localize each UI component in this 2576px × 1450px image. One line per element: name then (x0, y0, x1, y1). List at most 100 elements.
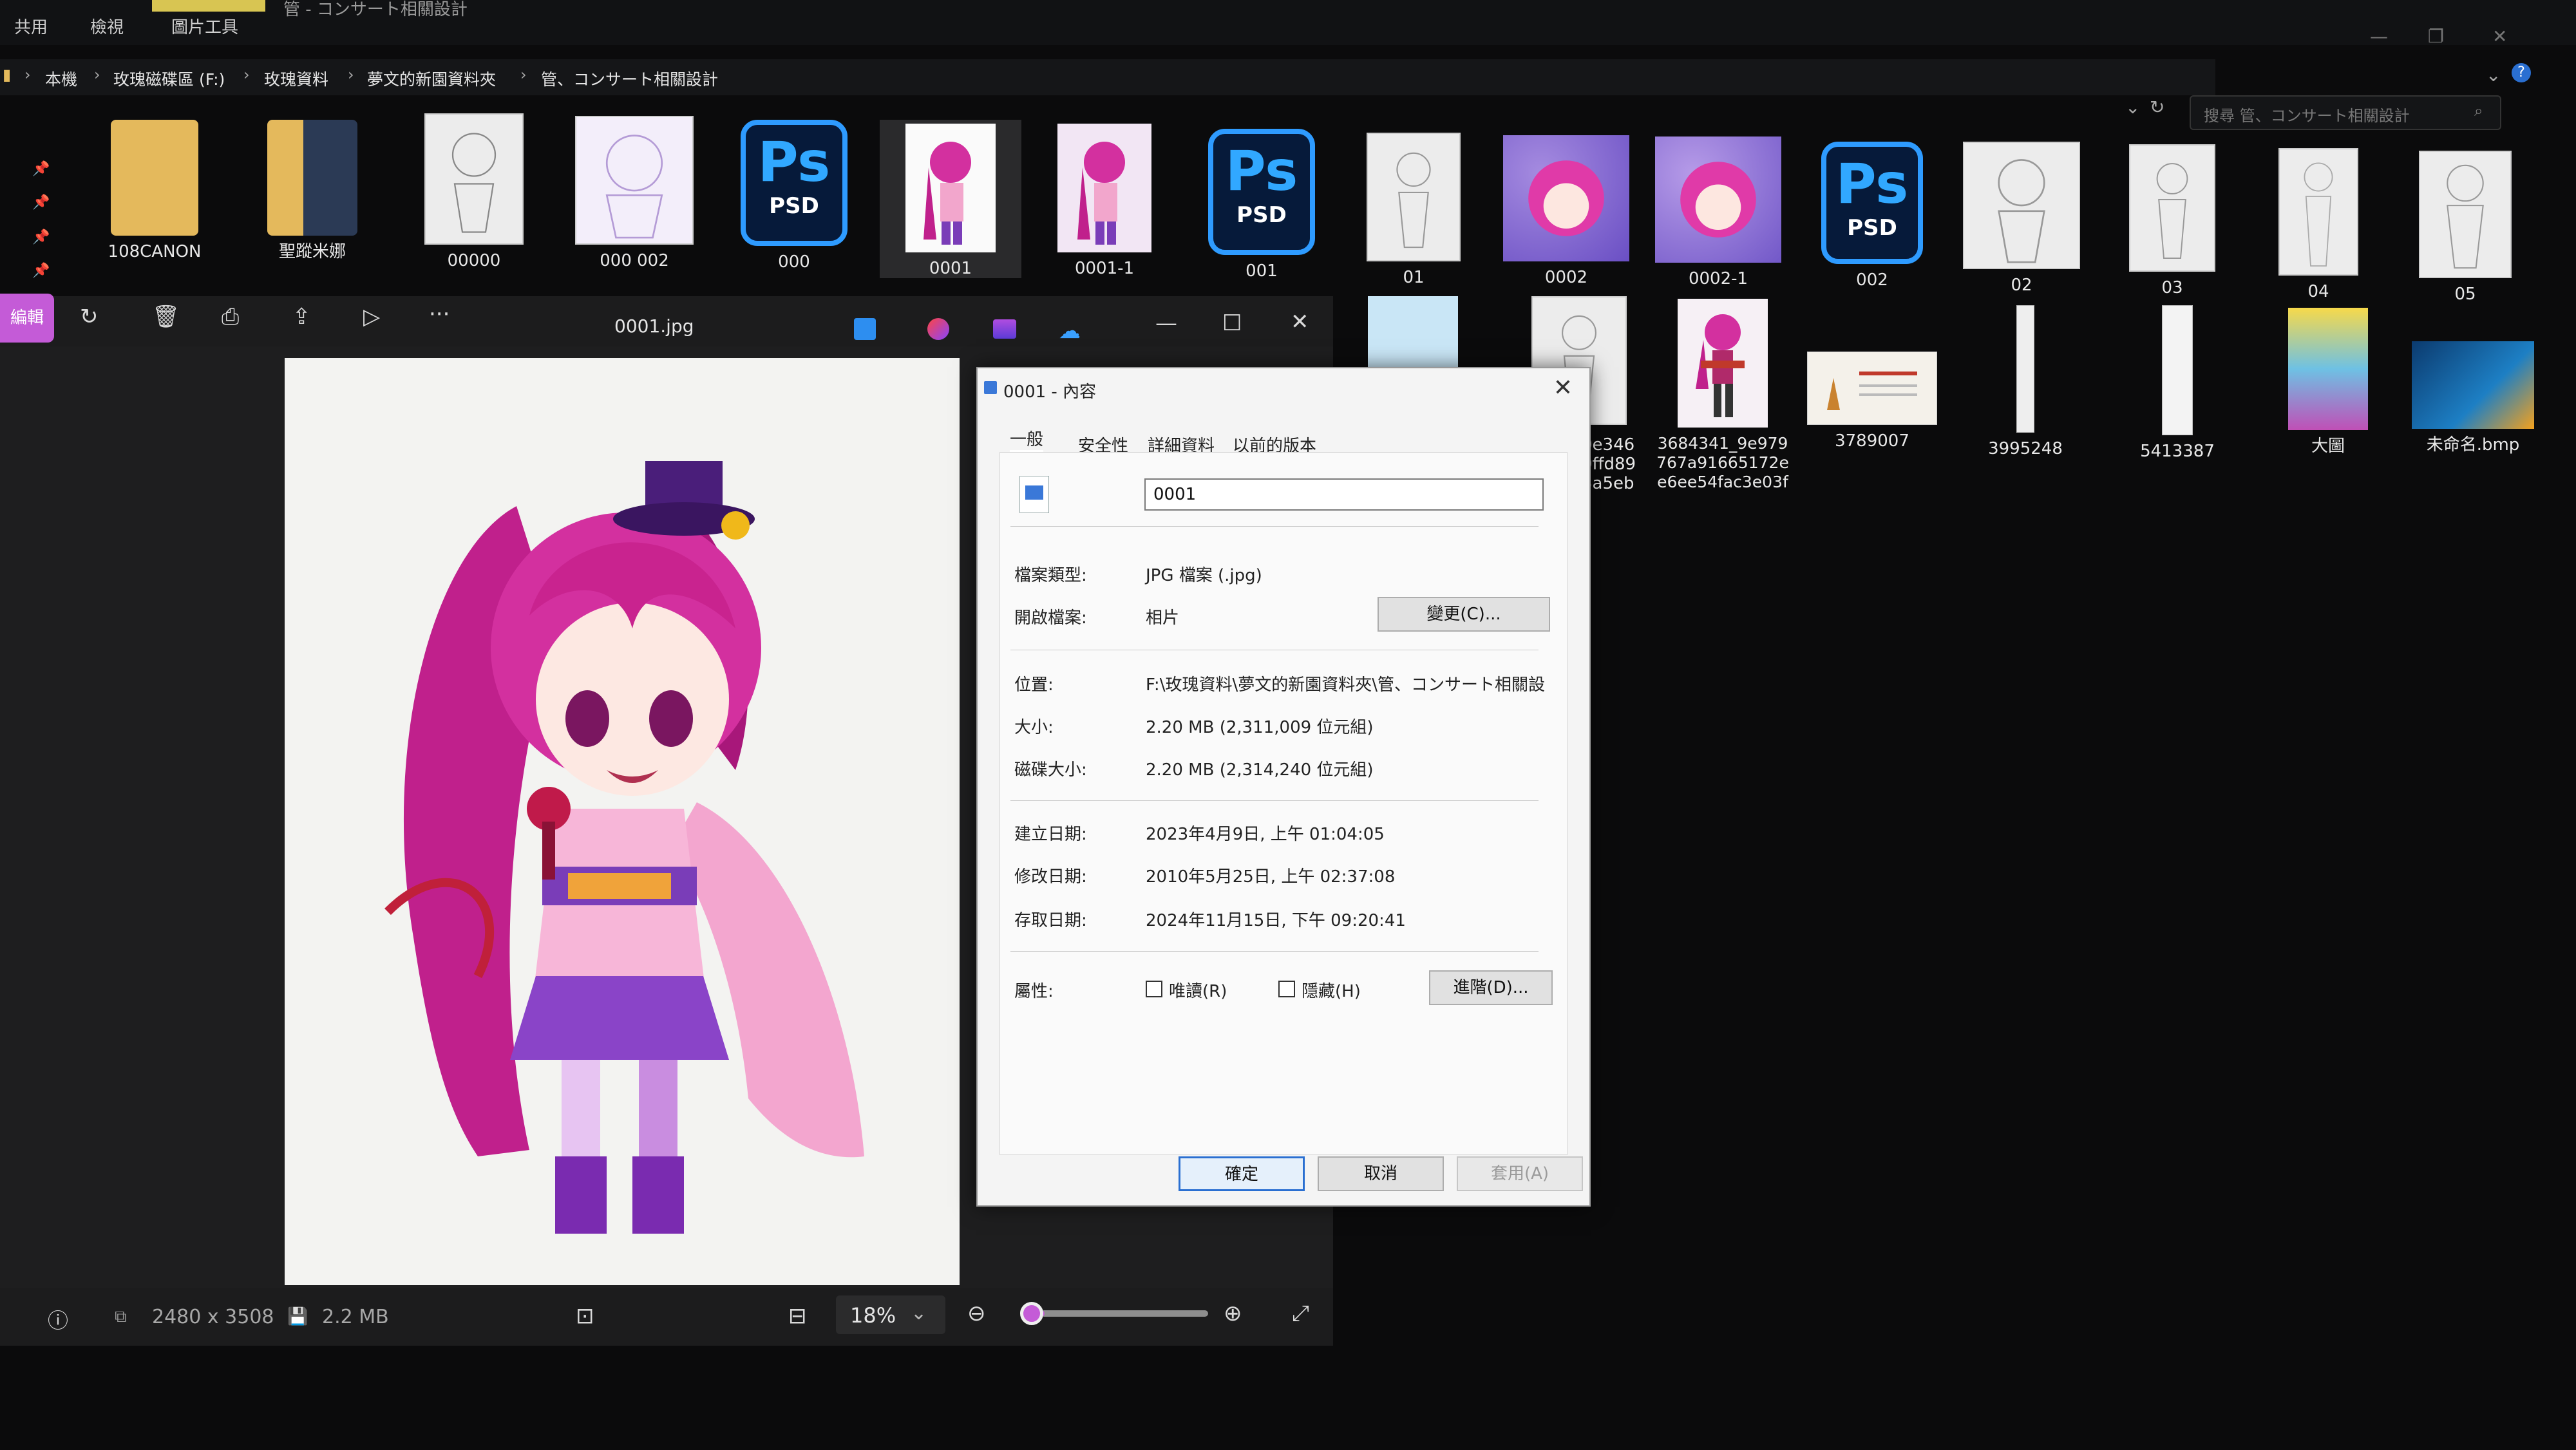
hidden-checkbox[interactable] (1278, 981, 1295, 997)
anime-girl-illustration (384, 461, 864, 1234)
fit-to-window-icon[interactable]: ⊡ (576, 1303, 594, 1329)
zoom-out-icon[interactable]: ⊖ (967, 1301, 986, 1326)
image-filesize: 2.2 MB (322, 1306, 389, 1328)
location-label: 位置: (1014, 675, 1054, 695)
close-icon[interactable]: ✕ (1553, 375, 1573, 401)
properties-dialog: 0001 - 內容 ✕ 一般 安全性 詳細資料 以前的版本 0001 檔案類型:… (976, 367, 1591, 1207)
search-placeholder: 搜尋 管、コンサート相關設計 (2204, 107, 2410, 125)
app-icon-clipchamp[interactable] (993, 319, 1016, 339)
apply-button[interactable]: 套用(A) (1457, 1156, 1583, 1191)
file-thumb-0001-selected[interactable]: 0001 (880, 120, 1021, 278)
file-label: 未命名.bmp (2426, 435, 2520, 455)
app-icon-edit[interactable] (854, 318, 876, 340)
breadcrumb-item-current[interactable]: 管、コンサート相關設計 (541, 67, 718, 90)
viewer-filename: 0001.jpg (614, 315, 694, 337)
file-thumb-folder-psd[interactable]: 聖蹤米娜 (258, 120, 367, 261)
file-thumb-002-psd[interactable]: Ps PSD 002 (1820, 142, 1924, 290)
breadcrumb-item-pc[interactable]: 本機 (45, 67, 77, 90)
file-thumb-0002[interactable]: 0002 (1502, 135, 1631, 287)
advanced-button[interactable]: 進階(D)... (1429, 970, 1553, 1005)
file-thumb-108canon[interactable]: 108CANON (97, 120, 213, 261)
delete-icon[interactable]: 🗑 (152, 304, 180, 330)
minimize-icon[interactable]: — (1155, 310, 1177, 336)
refresh-icon[interactable]: ↻ (2150, 97, 2164, 118)
sketch-image (1963, 142, 2080, 269)
ribbon-tab-view[interactable]: 檢視 (90, 14, 124, 38)
ok-button[interactable]: 確定 (1179, 1156, 1305, 1191)
anime-face-thumbnail (1655, 137, 1781, 263)
help-icon[interactable]: ? (2512, 63, 2531, 82)
modified-value: 2010年5月25日, 上午 02:37:08 (1146, 867, 1396, 887)
edit-button[interactable]: 編輯 (0, 294, 54, 343)
ribbon-tab-share[interactable]: 共用 (14, 14, 48, 38)
maximize-icon[interactable]: ❐ (2428, 26, 2444, 47)
file-thumb-001-psd[interactable]: Ps PSD 001 (1208, 129, 1315, 281)
file-label: 0002-1 (1688, 269, 1748, 288)
image-file-icon (1019, 476, 1049, 513)
file-thumb-03[interactable]: 03 (2125, 144, 2219, 297)
bmp-thumbnail (2412, 341, 2534, 429)
pin-icon: 📌 (32, 229, 50, 245)
readonly-checkbox[interactable] (1146, 981, 1162, 997)
rotate-icon[interactable]: ↻ (80, 304, 99, 330)
expand-ribbon-icon[interactable]: ⌄ (2486, 64, 2501, 86)
info-icon[interactable]: ⓘ (48, 1304, 68, 1334)
file-label: 00000 (447, 251, 501, 270)
folder-icon (267, 120, 357, 236)
context-tab-highlight (152, 0, 265, 12)
file-thumb-bmp[interactable]: 未命名.bmp (2409, 341, 2537, 455)
ribbon-tab-picture-tools[interactable]: 圖片工具 (171, 14, 238, 38)
tab-general[interactable]: 一般 (1010, 426, 1044, 452)
strip-image (2016, 305, 2034, 433)
file-label: 0001-1 (1074, 259, 1135, 278)
share-icon[interactable]: ⇪ (292, 304, 311, 330)
file-thumb-05[interactable]: 05 (2414, 151, 2517, 304)
file-label: 108CANON (108, 242, 202, 261)
actual-size-icon[interactable]: ⊟ (788, 1303, 807, 1329)
file-thumb-04[interactable]: 04 (2273, 148, 2363, 301)
file-thumb-partial[interactable] (1368, 296, 1458, 373)
search-box[interactable]: 搜尋 管、コンサート相關設計 ⌕ (2190, 95, 2501, 130)
more-icon[interactable]: ··· (429, 301, 450, 327)
file-label: 000 (778, 252, 810, 272)
file-thumb-000002[interactable]: 000 002 (573, 116, 696, 270)
print-icon[interactable]: ⎙ (222, 304, 239, 330)
photoshop-icon: Ps PSD (1821, 142, 1923, 264)
fullscreen-icon[interactable]: ⤢ (1292, 1301, 1309, 1326)
breadcrumb-item-drive[interactable]: 玫瑰磁碟區 (F:) (113, 67, 225, 90)
change-button[interactable]: 變更(C)... (1378, 597, 1550, 632)
zoom-slider-thumb[interactable] (1020, 1302, 1043, 1325)
filename-input[interactable]: 0001 (1144, 478, 1544, 511)
chevron-right-icon: › (243, 66, 250, 84)
file-type-label: 檔案類型: (1014, 566, 1087, 585)
file-thumb-3789007[interactable]: 3789007 (1804, 352, 1940, 451)
file-label: 0001 (929, 259, 972, 278)
file-thumb-000-psd[interactable]: Ps PSD 000 (741, 120, 848, 272)
file-thumb-poster[interactable]: 大圖 (2280, 308, 2376, 456)
close-icon[interactable]: ✕ (2492, 26, 2507, 47)
close-icon[interactable]: ✕ (1291, 309, 1309, 335)
cancel-button[interactable]: 取消 (1318, 1156, 1444, 1191)
slideshow-icon[interactable]: ▷ (363, 304, 380, 330)
file-thumb-02[interactable]: 02 (1962, 142, 2081, 295)
file-thumb-3995248[interactable]: 3995248 (1977, 305, 2074, 458)
file-thumb-01[interactable]: 01 (1365, 133, 1462, 287)
onedrive-icon[interactable]: ☁ (1059, 318, 1081, 344)
file-thumb-00000[interactable]: 00000 (422, 113, 526, 270)
dropdown-icon[interactable]: ⌄ (2125, 97, 2140, 118)
sketch-image (2129, 144, 2215, 272)
file-thumb-0001-1[interactable]: 0001-1 (1056, 124, 1153, 278)
app-icon-copilot[interactable] (927, 318, 949, 340)
address-bar[interactable] (0, 59, 2215, 95)
zoom-slider-track[interactable] (1041, 1310, 1208, 1317)
file-thumb-0002-1[interactable]: 0002-1 (1654, 137, 1783, 288)
minimize-icon[interactable]: — (2370, 26, 2388, 47)
breadcrumb-item-folder1[interactable]: 玫瑰資料 (264, 67, 328, 90)
file-thumb-5413387[interactable]: 5413387 (2129, 305, 2226, 461)
maximize-icon[interactable]: ☐ (1222, 310, 1242, 336)
disk-icon: 💾 (287, 1307, 308, 1326)
file-thumb-3684341[interactable]: 3684341_9e979 767a91665172e e6ee54fac3e0… (1655, 299, 1790, 492)
breadcrumb-item-folder2[interactable]: 夢文的新園資料夾 (367, 67, 496, 90)
zoom-select[interactable]: 18% ⌄ (836, 1295, 945, 1334)
zoom-in-icon[interactable]: ⊕ (1224, 1301, 1242, 1326)
